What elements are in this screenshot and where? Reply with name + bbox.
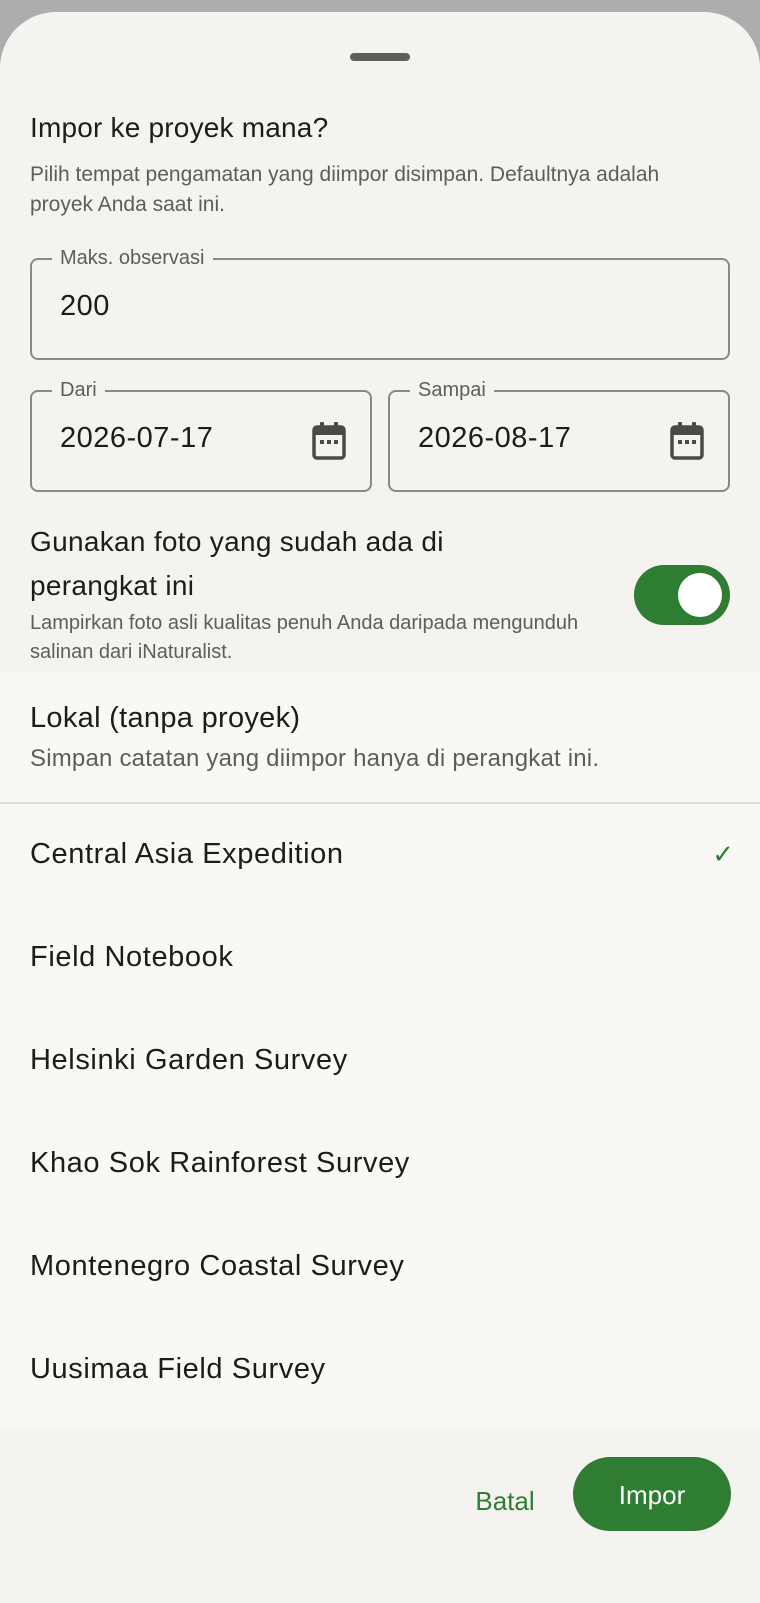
check-icon: ✓ <box>712 840 734 870</box>
project-label: Uusimaa Field Survey <box>30 1353 326 1385</box>
import-bottom-sheet: Impor ke proyek mana? Pilih tempat penga… <box>0 12 760 1603</box>
cancel-button[interactable]: Batal <box>448 1472 562 1528</box>
date-from-field[interactable]: Dari 2026-07-17 <box>30 377 372 492</box>
date-to-value[interactable]: 2026-08-17 <box>418 422 571 455</box>
project-item[interactable]: Field Notebook <box>0 907 760 1010</box>
project-label: Khao Sok Rainforest Survey <box>30 1147 410 1179</box>
project-item[interactable]: Uusimaa Field Survey <box>0 1319 760 1422</box>
max-observations-label: Maks. observasi <box>52 245 213 271</box>
local-option-description: Simpan catatan yang diimpor hanya di per… <box>30 745 600 772</box>
switch-knob <box>678 573 722 617</box>
date-to-label: Sampai <box>410 377 494 403</box>
use-photos-title: Gunakan foto yang sudah ada di perangkat… <box>30 526 444 601</box>
local-option-title: Lokal (tanpa proyek) <box>30 702 301 734</box>
project-label: Montenegro Coastal Survey <box>30 1250 405 1282</box>
max-observations-value[interactable]: 200 <box>60 290 110 323</box>
project-item[interactable]: Central Asia Expedition ✓ <box>0 804 760 907</box>
project-label: Central Asia Expedition <box>30 838 344 870</box>
project-item[interactable]: Helsinki Garden Survey <box>0 1010 760 1113</box>
date-from-value[interactable]: 2026-07-17 <box>60 422 213 455</box>
import-button[interactable]: Impor <box>573 1457 731 1531</box>
sheet-footer: Batal Impor <box>0 1427 760 1603</box>
calendar-icon[interactable] <box>312 422 346 460</box>
drag-handle[interactable] <box>350 53 410 61</box>
project-label: Helsinki Garden Survey <box>30 1044 348 1076</box>
max-observations-field[interactable]: Maks. observasi 200 <box>30 245 730 360</box>
project-label: Field Notebook <box>30 941 234 973</box>
project-item[interactable]: Khao Sok Rainforest Survey <box>0 1113 760 1216</box>
sheet-subtitle: Pilih tempat pengamatan yang diimpor dis… <box>30 163 660 216</box>
local-option[interactable]: Lokal (tanpa proyek) Simpan catatan yang… <box>0 672 760 802</box>
use-photos-description: Lampirkan foto asli kualitas penuh Anda … <box>30 612 579 663</box>
sheet-title: Impor ke proyek mana? <box>30 112 329 143</box>
date-to-field[interactable]: Sampai 2026-08-17 <box>388 377 730 492</box>
date-from-label: Dari <box>52 377 105 403</box>
use-photos-switch[interactable] <box>634 565 730 625</box>
project-item[interactable]: Montenegro Coastal Survey <box>0 1216 760 1319</box>
project-list: Lokal (tanpa proyek) Simpan catatan yang… <box>0 672 760 1427</box>
calendar-icon[interactable] <box>670 422 704 460</box>
